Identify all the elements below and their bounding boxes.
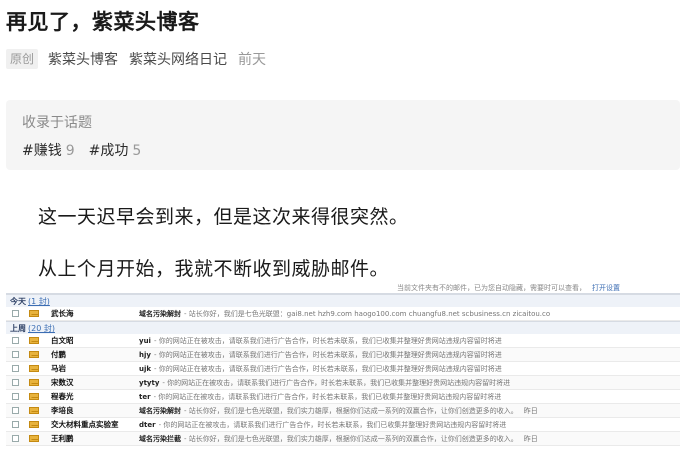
mail-sender: 王利鹏 (51, 434, 74, 443)
mail-subject: ter (139, 392, 151, 401)
tag-success[interactable]: #成功 5 (89, 140, 142, 160)
envelope-icon (29, 365, 39, 372)
mail-sender: 白文昭 (51, 336, 74, 345)
original-badge: 原创 (6, 49, 39, 69)
envelope-icon (29, 351, 39, 358)
publish-time: 前天 (238, 52, 267, 68)
article-title: 再见了，紫菜头博客 (6, 10, 200, 34)
row-checkbox[interactable] (12, 393, 19, 400)
mail-snippet: - 你的网站正在被攻击，请联系我们进行广告合作，时长若未联系，我们已收集并整理好… (153, 350, 502, 359)
row-checkbox[interactable] (12, 337, 19, 344)
mail-time: 昨日 (523, 434, 538, 443)
row-checkbox[interactable] (12, 407, 19, 414)
envelope-icon (29, 407, 39, 414)
tag-count: 5 (132, 143, 142, 159)
mail-subject: 域名污染拦截 (139, 434, 181, 443)
settings-link[interactable]: 打开设置 (592, 284, 620, 292)
mail-sender: 付鹏 (51, 350, 66, 359)
mail-snippet: - 你的网站正在被攻击，请联系我们进行广告合作，时长若未联系，我们已收集并整理好… (162, 378, 511, 387)
envelope-icon (29, 393, 39, 400)
mail-row[interactable]: 李培良 域名污染解封 - 站长你好，我们是七色光联盟，我们实力雄厚，根据你们达成一系… (6, 404, 680, 418)
mail-subject: dter (139, 420, 156, 429)
mail-sender: 马岩 (51, 364, 66, 373)
row-checkbox[interactable] (12, 310, 19, 317)
topic-heading: 收录于话题 (22, 115, 92, 131)
row-checkbox[interactable] (12, 351, 19, 358)
mail-row[interactable]: 武长海 域名污染解封 - 站长你好，我们是七色光联盟：gai8.net hzh9.c… (6, 307, 680, 321)
envelope-icon (29, 435, 39, 442)
group-last-week: 上周 (20 封) (6, 321, 680, 334)
mail-subject: 域名污染解封 (139, 309, 181, 318)
paragraph-1: 这一天迟早会到来，但是这次来得很突然。 (38, 206, 409, 228)
envelope-icon (29, 337, 39, 344)
mail-notice: 当前文件夹有不的邮件，已为您自动隐藏，需要时可以查看， 打开设置 (6, 284, 680, 294)
mail-row[interactable]: 白文昭 yui - 你的网站正在被攻击，请联系我们进行广告合作，时长若未联系，我们已… (6, 334, 680, 348)
row-checkbox[interactable] (12, 421, 19, 428)
group-today: 今天 (1 封) (6, 294, 680, 307)
mail-row[interactable]: 付鹏 hjy - 你的网站正在被攻击，请联系我们进行广告合作，时长若未联系，我们已收… (6, 348, 680, 362)
mail-row[interactable]: 王利鹏 域名污染拦截 - 站长你好，我们是七色光联盟，我们实力雄厚，根据你们达成一系… (6, 432, 680, 446)
row-checkbox[interactable] (12, 379, 19, 386)
mail-row[interactable]: 马岩 ujk - 你的网站正在被攻击，请联系我们进行广告合作，时长若未联系，我们已收… (6, 362, 680, 376)
mail-row[interactable]: 交大材料重点实验室 dter - 你的网站正在被攻击，请联系我们进行广告合作，时长若… (6, 418, 680, 432)
paragraph-2: 从上个月开始，我就不断收到威胁邮件。 (38, 258, 390, 280)
article-meta: 原创 紫菜头博客 紫菜头网络日记 前天 (6, 48, 266, 70)
envelope-icon (29, 421, 39, 428)
mail-snippet: - 你的网站正在被攻击，请联系我们进行广告合作，时长若未联系，我们已收集并整理好… (158, 420, 507, 429)
mail-list-screenshot: 当前文件夹有不的邮件，已为您自动隐藏，需要时可以查看， 打开设置 今天 (1 封) … (6, 284, 680, 463)
mail-snippet: - 站长你好，我们是七色光联盟：gai8.net hzh9.com haogo1… (184, 309, 551, 318)
mail-row[interactable]: 宋数汉 ytyty - 你的网站正在被攻击，请联系我们进行广告合作，时长若未联系，我… (6, 376, 680, 390)
mail-subject: ytyty (139, 378, 160, 387)
envelope-icon (29, 310, 39, 317)
row-checkbox[interactable] (12, 435, 19, 442)
mail-snippet: - 站长你好，我们是七色光联盟，我们实力雄厚，根据你们达成一系列的双赢合作，让你… (184, 406, 518, 415)
mail-subject: ujk (139, 364, 152, 373)
tag-count: 9 (65, 143, 75, 159)
mail-snippet: - 你的网站正在被攻击，请联系我们进行广告合作，时长若未联系，我们已收集并整理好… (154, 364, 502, 373)
mail-subject: 域名污染解封 (139, 406, 181, 415)
mail-row[interactable]: 程春光 ter - 你的网站正在被攻击，请联系我们进行广告合作，时长若未联系，我们已… (6, 390, 680, 404)
mail-sender: 武长海 (51, 309, 74, 318)
tag-earn-money[interactable]: #赚钱 9 (22, 140, 75, 160)
mail-snippet: - 你的网站正在被攻击，请联系我们进行广告合作，时长若未联系，我们已收集并整理好… (153, 392, 502, 401)
mail-subject: hjy (139, 350, 151, 359)
mail-snippet: - 你的网站正在被攻击，请联系我们进行广告合作，时长若未联系，我们已收集并整理好… (153, 336, 502, 345)
mail-snippet: - 站长你好，我们是七色光联盟，我们实力雄厚，根据你们达成一系列的双赢合作，让你… (184, 434, 518, 443)
mail-sender: 交大材料重点实验室 (51, 420, 119, 429)
mail-time: 昨日 (523, 406, 538, 415)
mail-subject: yui (139, 336, 151, 345)
topic-box: 收录于话题 #赚钱 9 #成功 5 (6, 100, 680, 170)
envelope-icon (29, 379, 39, 386)
topic-tags: #赚钱 9 #成功 5 (22, 140, 664, 160)
mail-sender: 李培良 (51, 406, 74, 415)
mail-sender: 程春光 (51, 392, 74, 401)
mail-sender: 宋数汉 (51, 378, 74, 387)
column-link[interactable]: 紫菜头网络日记 (129, 49, 227, 69)
row-checkbox[interactable] (12, 365, 19, 372)
author-link[interactable]: 紫菜头博客 (48, 49, 118, 69)
